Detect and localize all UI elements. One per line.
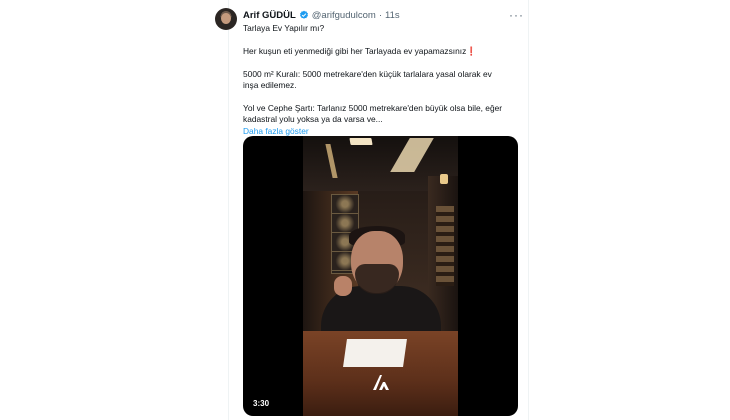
avatar-face xyxy=(221,13,231,24)
tweet-text: Tarlaya Ev Yapılır mı? Her kuşun eti yen… xyxy=(243,23,505,137)
tweet-header: Arif GÜDÜL @arifgudulcom · 11s xyxy=(243,8,400,22)
header-separator: · xyxy=(378,9,382,21)
more-options-icon[interactable]: ··· xyxy=(509,8,524,22)
timeline-left-border xyxy=(228,0,229,420)
tweet-time[interactable]: 11s xyxy=(385,10,400,21)
tweet-paragraph: Yol ve Cephe Şartı: Tarlanız 5000 metrek… xyxy=(243,102,503,125)
avatar[interactable] xyxy=(215,8,237,30)
author-handle[interactable]: @arifgudulcom xyxy=(312,10,376,21)
author-name[interactable]: Arif GÜDÜL xyxy=(243,10,296,21)
tweet-paragraph: 5000 m² Kuralı: 5000 metrekare'den küçük… xyxy=(243,68,492,90)
timeline-right-border xyxy=(528,0,529,420)
tweet-paragraph: Tarlaya Ev Yapılır mı? xyxy=(243,23,325,33)
video-logo-icon xyxy=(373,375,389,390)
video-frame xyxy=(303,136,458,416)
tweet-paragraph: Her kuşun eti yenmediği gibi her Tarlaya… xyxy=(243,45,477,56)
verified-badge-icon xyxy=(299,10,308,19)
video-duration: 3:30 xyxy=(249,398,274,409)
video-player[interactable]: 3:30 xyxy=(243,136,518,416)
